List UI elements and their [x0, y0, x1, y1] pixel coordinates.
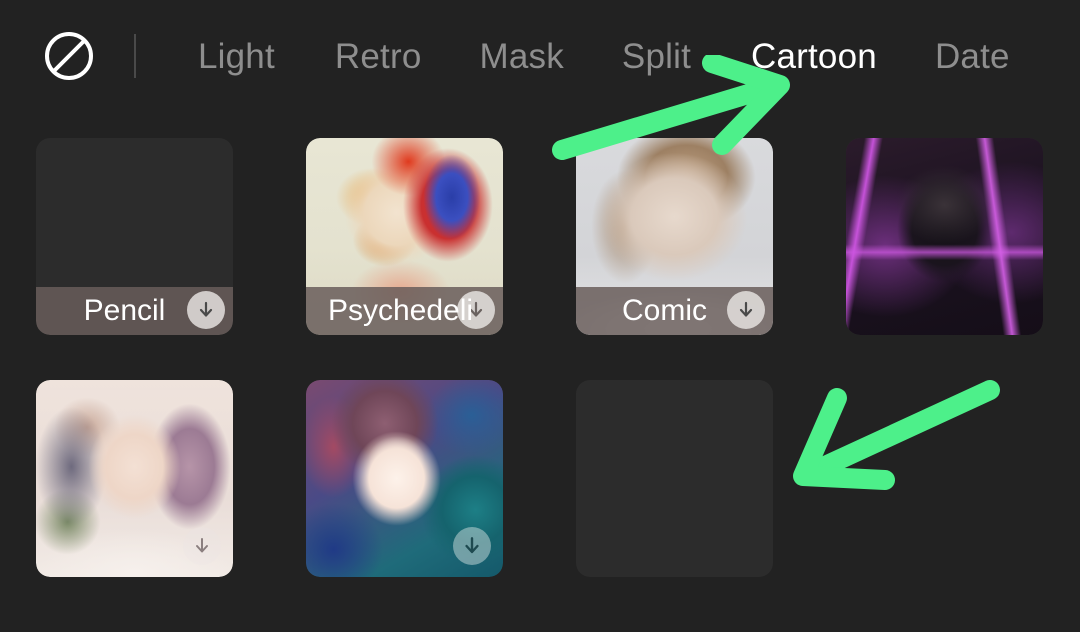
- filter-galaxy[interactable]: [306, 380, 503, 577]
- download-icon: [191, 535, 213, 557]
- filter-pencil[interactable]: Pencil: [36, 138, 233, 335]
- filter-label: Comic: [621, 294, 707, 327]
- filter-psychedelic[interactable]: Psychedeli: [306, 138, 503, 335]
- filter-preview-image: [576, 380, 773, 577]
- tabbar-divider: [134, 34, 136, 78]
- download-button[interactable]: [187, 291, 225, 329]
- filter-label: Psychedeli: [327, 294, 474, 327]
- filter-thumbnail: [576, 380, 773, 577]
- filter-category-tabbar: Light Retro Mask Split Cartoon Date: [0, 0, 1080, 112]
- filter-thumbnail: [846, 138, 1043, 335]
- download-button[interactable]: [183, 527, 221, 565]
- tab-light[interactable]: Light: [198, 39, 275, 74]
- download-button[interactable]: [453, 527, 491, 565]
- tab-cartoon[interactable]: Cartoon: [751, 39, 877, 74]
- tab-date[interactable]: Date: [935, 39, 1010, 74]
- filter-grid-row: Pencil Psychedeli Comic: [36, 138, 1080, 335]
- filter-grid-row: [36, 380, 1080, 577]
- filter-watercolor[interactable]: [36, 380, 233, 577]
- filter-thumbnail-grid: Pencil Psychedeli Comic: [36, 138, 1080, 577]
- download-icon: [460, 534, 484, 558]
- download-icon: [195, 299, 217, 321]
- filter-label: Pencil: [83, 294, 166, 327]
- download-icon: [735, 299, 757, 321]
- filter-thumbnail: [36, 380, 233, 577]
- filter-cartoon-avatar[interactable]: [576, 380, 773, 577]
- filter-neon[interactable]: [846, 138, 1043, 335]
- filter-preview-image: [846, 138, 1043, 335]
- tab-split[interactable]: Split: [622, 39, 691, 74]
- no-filter-icon: [42, 29, 96, 83]
- tab-mask[interactable]: Mask: [480, 39, 564, 74]
- filter-thumbnail: Psychedeli: [306, 138, 503, 335]
- filter-thumbnail: Pencil: [36, 138, 233, 335]
- download-button[interactable]: [727, 291, 765, 329]
- filter-thumbnail: Comic: [576, 138, 773, 335]
- tab-retro[interactable]: Retro: [335, 39, 422, 74]
- filter-thumbnail: [306, 380, 503, 577]
- filter-comic[interactable]: Comic: [576, 138, 773, 335]
- filter-picker-screen: Light Retro Mask Split Cartoon Date Penc…: [0, 0, 1080, 632]
- no-filter-button[interactable]: [42, 29, 96, 83]
